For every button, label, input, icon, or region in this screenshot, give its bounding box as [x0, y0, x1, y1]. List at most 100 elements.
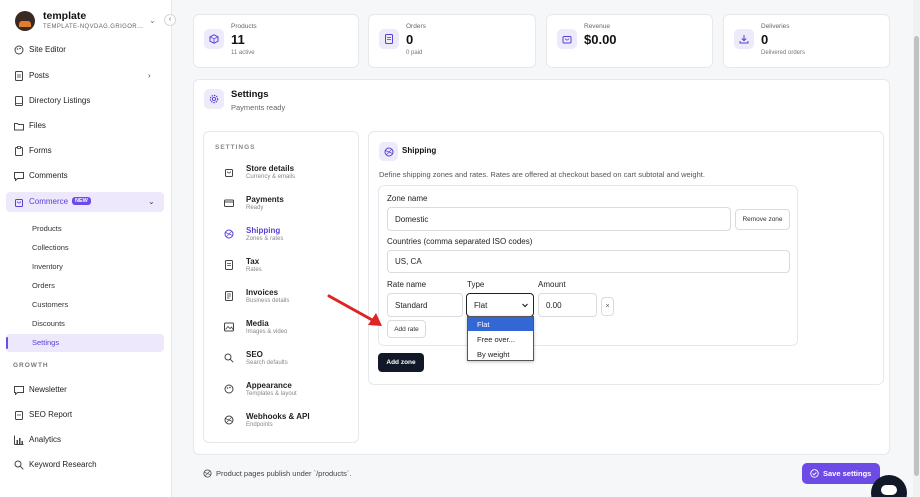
amount-label: Amount — [538, 280, 566, 289]
sidebar-item-keyword-research[interactable]: Keyword Research — [6, 455, 164, 475]
remove-rate-button[interactable]: × — [601, 297, 614, 316]
document-icon — [15, 71, 23, 81]
settings-nav-tax[interactable]: Tax Rates — [210, 254, 350, 280]
shopping-bag-icon — [15, 199, 23, 207]
subnav-label: Customers — [32, 300, 69, 309]
sidebar-item-label: SEO Report — [29, 410, 73, 419]
rate-amount-input[interactable]: 0.00 — [538, 293, 597, 317]
rate-type-selected: Flat — [474, 300, 488, 310]
subnav-customers[interactable]: Customers — [6, 296, 164, 314]
chat-bubble-icon — [14, 386, 24, 395]
stat-value: 11 — [231, 32, 245, 47]
dropdown-option-free-over[interactable]: Free over... — [468, 332, 533, 346]
palette-icon — [14, 45, 24, 55]
sidebar-item-posts[interactable]: Posts › — [6, 66, 164, 86]
sidebar-item-newsletter[interactable]: Newsletter — [6, 380, 164, 400]
chat-bubble-icon — [14, 172, 24, 181]
settings-nav-sub: Search defaults — [246, 360, 288, 366]
subnav-orders[interactable]: Orders — [6, 277, 164, 295]
remove-zone-button[interactable]: Remove zone — [735, 209, 790, 230]
sidebar-item-seo-report[interactable]: SEO Report — [6, 405, 164, 425]
sidebar-item-label: Site Editor — [29, 45, 66, 54]
stat-value: $0.00 — [584, 32, 617, 47]
zone-name-input[interactable]: Domestic — [387, 207, 731, 231]
settings-nav-title: SEO — [246, 350, 263, 359]
gear-icon — [204, 89, 224, 109]
rate-type-dropdown: Flat Free over... By weight — [467, 316, 534, 361]
stat-value: 0 — [406, 32, 414, 47]
settings-nav-heading: SETTINGS — [215, 144, 256, 151]
subnav-label: Products — [32, 224, 62, 233]
collapse-sidebar-button[interactable]: ‹ — [164, 14, 176, 26]
sidebar-item-analytics[interactable]: Analytics — [6, 430, 164, 450]
countries-input[interactable]: US, CA — [387, 250, 790, 273]
subnav-inventory[interactable]: Inventory — [6, 258, 164, 276]
add-zone-button[interactable]: Add zone — [378, 353, 424, 372]
settings-nav-webhooks[interactable]: Webhooks & API Endpoints — [210, 409, 350, 435]
globe-icon — [224, 415, 234, 425]
settings-nav-title: Tax — [246, 257, 260, 266]
settings-title: Settings — [231, 89, 269, 100]
settings-nav-store-details[interactable]: Store details Currency & emails — [210, 161, 350, 187]
chevron-down-icon — [522, 303, 528, 308]
search-icon — [224, 353, 234, 363]
scrollbar-thumb[interactable] — [914, 36, 919, 476]
save-settings-button[interactable]: Save settings — [802, 463, 880, 484]
workspace-switcher[interactable]: template TEMPLATE-NQVDAG.GRIGOR... ⌄ — [15, 10, 175, 34]
settings-subtitle: Payments ready — [231, 103, 286, 112]
dropdown-option-flat[interactable]: Flat — [468, 317, 533, 331]
settings-nav-title: Appearance — [246, 381, 292, 390]
sidebar-item-directory-listings[interactable]: Directory Listings — [6, 91, 164, 111]
bar-chart-icon — [14, 435, 24, 445]
page-scrollbar[interactable] — [913, 0, 920, 497]
countries-label: Countries (comma separated ISO codes) — [387, 237, 533, 246]
shipping-title: Shipping — [402, 146, 437, 155]
annotation-arrow-icon — [327, 294, 382, 326]
subnav-discounts[interactable]: Discounts — [6, 315, 164, 333]
sidebar-item-label: Forms — [29, 146, 52, 155]
sidebar-item-label: Keyword Research — [29, 460, 97, 469]
globe-icon — [379, 142, 398, 161]
settings-nav-sub: Zones & rates — [246, 236, 284, 242]
settings-nav-payments[interactable]: Payments Ready — [210, 192, 350, 218]
settings-nav-sub: Business details — [246, 298, 290, 304]
rate-name-label: Rate name — [387, 280, 427, 289]
subnav-settings[interactable]: Settings — [6, 334, 164, 352]
stat-card-orders: Orders 0 0 paid — [368, 14, 536, 68]
settings-nav-title: Payments — [246, 195, 284, 204]
settings-nav-appearance[interactable]: Appearance Templates & layout — [210, 378, 350, 404]
subnav-collections[interactable]: Collections — [6, 239, 164, 257]
save-settings-label: Save settings — [823, 469, 872, 478]
workspace-name: template — [43, 10, 87, 22]
globe-icon — [224, 229, 234, 239]
chat-launcher-button[interactable] — [871, 475, 907, 497]
sidebar-item-comments[interactable]: Comments — [6, 166, 164, 186]
sidebar-item-label: Files — [29, 121, 46, 130]
sidebar-item-commerce[interactable]: Commerce NEW ⌄ — [6, 192, 164, 212]
add-rate-button[interactable]: Add rate — [387, 320, 426, 338]
credit-card-icon — [224, 199, 234, 207]
settings-nav-title: Webhooks & API — [246, 412, 310, 421]
subnav-products[interactable]: Products — [6, 220, 164, 238]
settings-nav-sub: Currency & emails — [246, 174, 296, 180]
clipboard-icon — [15, 146, 23, 156]
rate-type-select[interactable]: Flat — [466, 293, 534, 317]
settings-nav-sub: Templates & layout — [246, 391, 297, 397]
sidebar-item-forms[interactable]: Forms — [6, 141, 164, 161]
stat-card-products: Products 11 11 active — [193, 14, 359, 68]
stat-sub: 11 active — [231, 50, 255, 56]
rate-name-input[interactable]: Standard — [387, 293, 463, 317]
settings-nav-seo[interactable]: SEO Search defaults — [210, 347, 350, 373]
settings-nav-shipping[interactable]: Shipping Zones & rates — [210, 223, 350, 249]
stat-label: Deliveries — [761, 23, 790, 30]
dropdown-option-by-weight[interactable]: By weight — [468, 347, 533, 361]
subnav-label: Orders — [32, 281, 55, 290]
sidebar-item-site-editor[interactable]: Site Editor — [6, 40, 164, 60]
growth-heading: GROWTH — [13, 362, 49, 369]
settings-nav-sub: Images & video — [246, 329, 288, 335]
workspace-logo — [15, 11, 35, 31]
sidebar-item-files[interactable]: Files — [6, 116, 164, 136]
sidebar-item-label: Comments — [29, 171, 68, 180]
globe-icon — [203, 469, 212, 478]
settings-nav-sub: Endpoints — [246, 422, 273, 428]
